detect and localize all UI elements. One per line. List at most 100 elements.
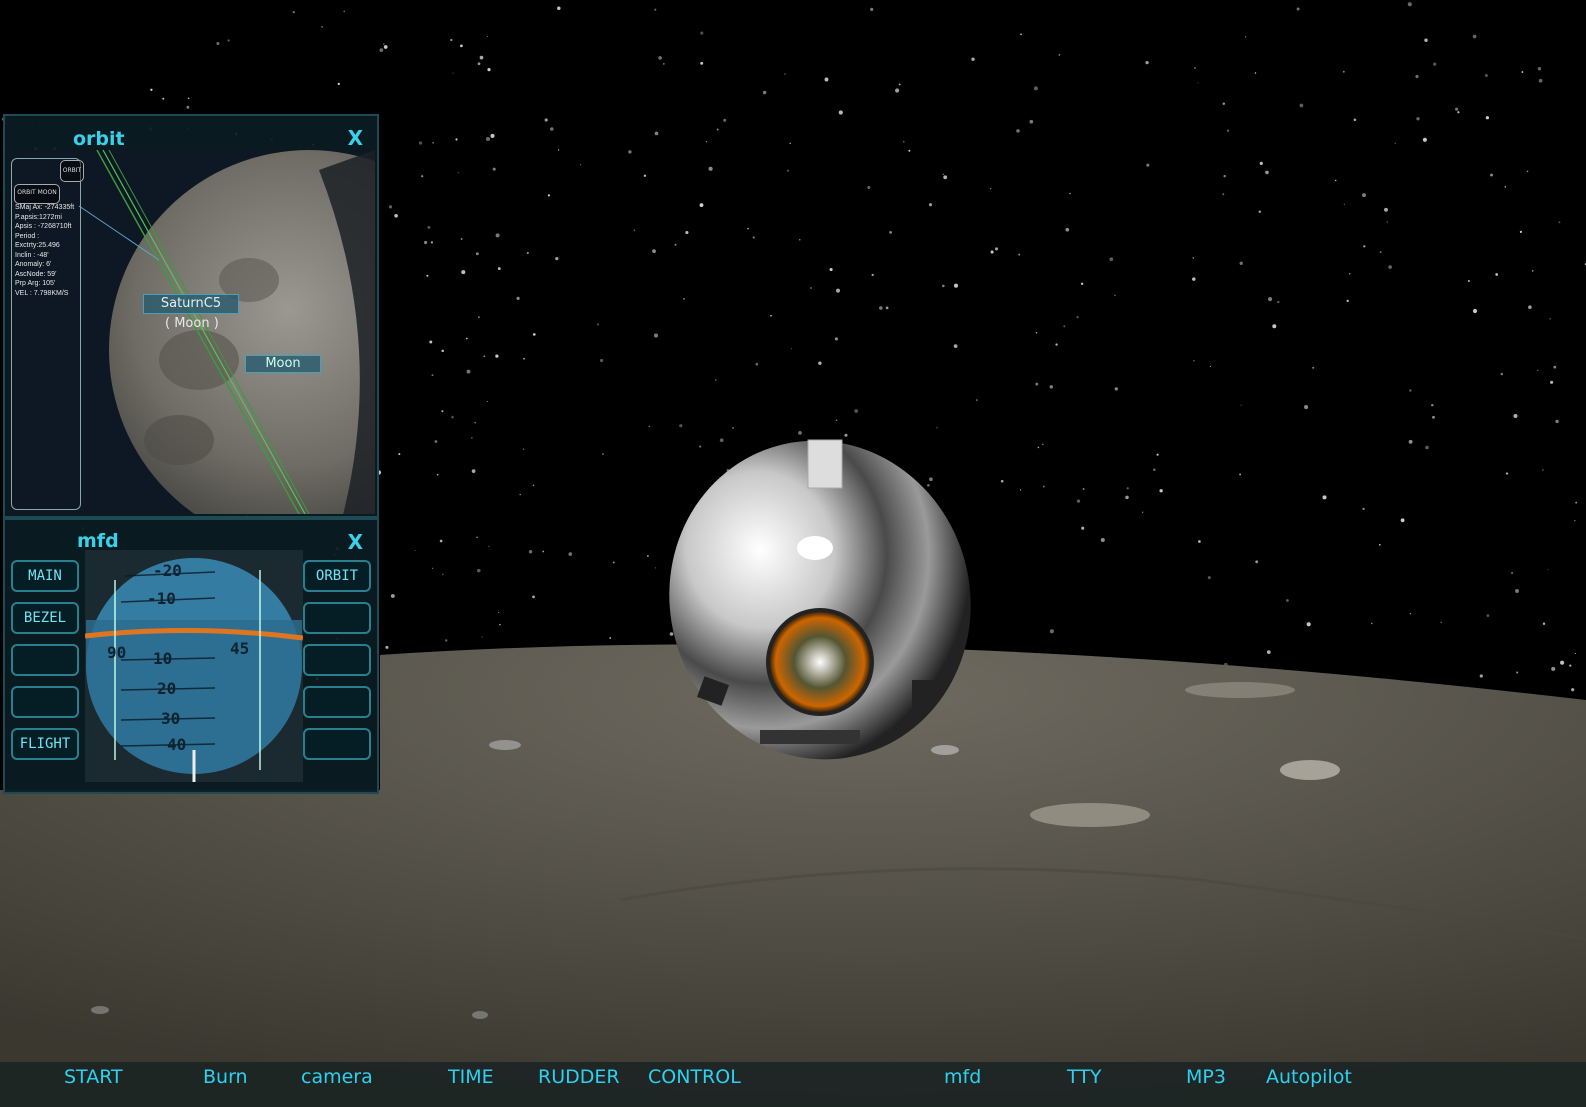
mfd-right-button-3[interactable] [303, 644, 371, 676]
orbit-close-button[interactable]: X [348, 126, 363, 150]
menu-autopilot[interactable]: Autopilot [1266, 1066, 1352, 1088]
menu-start[interactable]: START [64, 1066, 123, 1088]
star [1258, 210, 1262, 213]
stat-line: Inclin : -48' [15, 251, 49, 259]
star [1259, 161, 1263, 165]
star [1486, 614, 1490, 617]
star [441, 410, 444, 413]
moon-tag[interactable]: Moon [245, 355, 321, 373]
star [542, 550, 545, 553]
star [1114, 387, 1118, 391]
star [1549, 318, 1551, 320]
mfd-right-button-5[interactable] [303, 728, 371, 760]
star [486, 35, 488, 37]
menu-tty[interactable]: TTY [1067, 1066, 1101, 1088]
star [1511, 571, 1514, 575]
star [1407, 2, 1412, 7]
star [544, 118, 548, 122]
star [471, 437, 473, 439]
star [818, 361, 822, 365]
mfd-right-button-2[interactable] [303, 602, 371, 634]
star [383, 45, 388, 49]
star [1555, 419, 1559, 424]
mfd-flight-button[interactable]: FLIGHT [11, 728, 79, 760]
menu-time[interactable]: TIME [448, 1066, 494, 1088]
star [150, 88, 153, 91]
menu-mfd[interactable]: mfd [944, 1066, 981, 1088]
orbit-moon-button[interactable]: ORBIT MOON [14, 184, 60, 204]
star [498, 611, 500, 614]
star [1076, 316, 1079, 319]
star [1433, 62, 1437, 66]
mfd-right-button-4[interactable] [303, 686, 371, 718]
star [465, 337, 468, 340]
stat-line: SMaj Ax: -274335ft [15, 204, 75, 211]
star [1500, 372, 1504, 376]
mfd-main-button[interactable]: MAIN [11, 560, 79, 592]
menu-mp3[interactable]: MP3 [1186, 1066, 1226, 1088]
star [431, 374, 434, 377]
star [824, 77, 829, 82]
star [989, 188, 992, 190]
mfd-bezel-button[interactable]: BEZEL [11, 602, 79, 634]
star [994, 247, 999, 251]
star [1505, 472, 1509, 475]
stat-line: Apsis : -7268710ft [15, 223, 72, 230]
star [648, 425, 650, 427]
menu-rudder[interactable]: RUDDER [538, 1066, 620, 1088]
star [1125, 495, 1129, 500]
star [547, 194, 551, 197]
mfd-close-button[interactable]: X [348, 530, 363, 554]
star [719, 438, 724, 443]
star [1146, 163, 1150, 167]
heading-label: 90 [107, 643, 126, 662]
star [1109, 257, 1114, 262]
star [495, 354, 499, 358]
star [1394, 142, 1396, 144]
star [1415, 75, 1419, 79]
menu-burn[interactable]: Burn [203, 1066, 248, 1088]
star [652, 249, 656, 253]
star [787, 169, 790, 172]
star [953, 283, 959, 288]
star [976, 399, 978, 401]
orbit-mode-button[interactable]: ORBIT [60, 160, 84, 182]
star [385, 645, 389, 649]
star [479, 55, 484, 60]
star [723, 118, 727, 122]
star [654, 567, 657, 569]
star [532, 595, 535, 599]
star [474, 422, 476, 424]
star [1037, 446, 1040, 449]
star [708, 166, 713, 171]
star [492, 167, 496, 171]
star [1041, 443, 1044, 446]
vessel-tag[interactable]: SaturnC5 [143, 294, 239, 314]
star [1049, 385, 1054, 389]
star [1268, 297, 1273, 302]
star [1035, 332, 1038, 334]
mfd-left-button-3[interactable] [11, 644, 79, 676]
star [1384, 207, 1388, 212]
star [1142, 511, 1144, 513]
star [1386, 221, 1388, 223]
menu-control[interactable]: CONTROL [648, 1066, 741, 1088]
star [662, 62, 665, 65]
star [1378, 543, 1381, 546]
star [398, 453, 401, 456]
star [1019, 489, 1022, 491]
star [1192, 277, 1196, 281]
star [929, 477, 933, 482]
star [460, 238, 463, 240]
star [1312, 366, 1315, 369]
star [432, 567, 434, 569]
menu-camera[interactable]: camera [301, 1066, 373, 1088]
star [1223, 174, 1226, 178]
star [1126, 487, 1129, 490]
star [1207, 576, 1211, 580]
mfd-left-button-4[interactable] [11, 686, 79, 718]
star [1551, 666, 1556, 671]
mfd-orbit-button[interactable]: ORBIT [303, 560, 371, 592]
star [1033, 86, 1038, 91]
star [481, 636, 483, 638]
